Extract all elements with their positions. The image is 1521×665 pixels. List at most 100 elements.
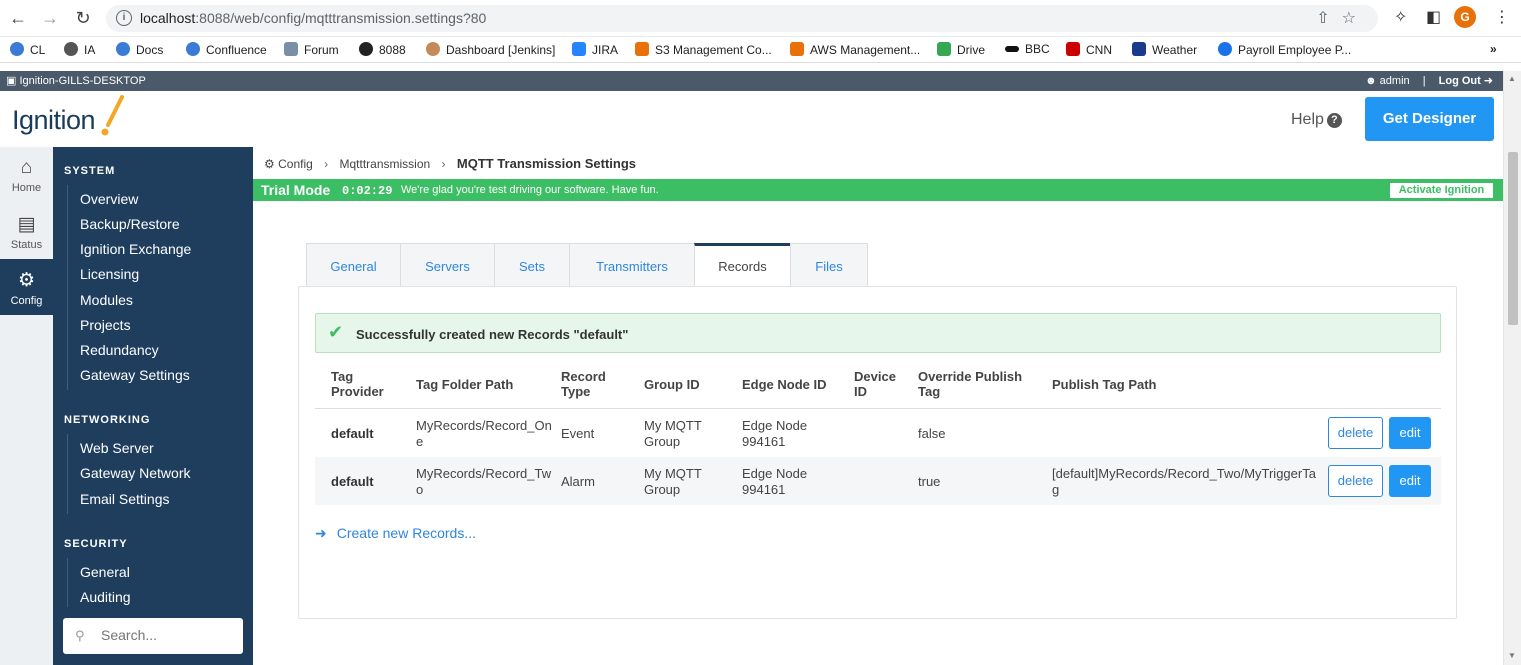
create-new-records-link[interactable]: ➜ Create new Records...	[315, 525, 476, 542]
scroll-thumb[interactable]	[1508, 152, 1518, 325]
bookmark-payroll[interactable]: Payroll Employee P...	[1218, 42, 1351, 57]
success-message: Successfully created new Records "defaul…	[356, 327, 629, 342]
bookmark-label: JIRA	[592, 43, 619, 57]
tab-servers[interactable]: Servers	[400, 243, 495, 287]
weather-icon	[1132, 42, 1146, 56]
bookmark-label: Weather	[1152, 43, 1198, 57]
gateway-icon: ▣	[6, 75, 20, 87]
nav-item-overview[interactable]: Overview	[80, 191, 138, 207]
edit-button[interactable]: edit	[1389, 465, 1431, 497]
app-header: Ignition Help? Get Designer	[0, 91, 1503, 147]
user-area: ☻ admin | Log Out ➜	[1365, 74, 1493, 87]
star-icon[interactable]: ☆	[1342, 10, 1368, 27]
nav-item-modules[interactable]: Modules	[80, 292, 133, 308]
bookmark-s3[interactable]: S3 Management Co...	[635, 42, 772, 57]
kebab-menu-icon[interactable]: ⋮	[1494, 7, 1510, 27]
bookmark-icon	[10, 42, 24, 56]
reload-icon[interactable]: ↻	[73, 8, 93, 28]
nav-item-licensing[interactable]: Licensing	[80, 266, 139, 282]
delete-button[interactable]: delete	[1328, 465, 1383, 497]
bookmark-ia[interactable]: IA	[64, 42, 95, 57]
url-host: localhost	[140, 10, 196, 26]
rail-item-config[interactable]: ⚙ Config	[0, 259, 53, 315]
section-title-security: SECURITY	[64, 538, 128, 550]
help-link[interactable]: Help?	[1291, 111, 1342, 129]
bookmark-drive[interactable]: Drive	[937, 42, 985, 57]
nav-item-gateway-settings[interactable]: Gateway Settings	[80, 367, 190, 383]
breadcrumb-config[interactable]: Config	[278, 157, 313, 171]
activate-ignition-button[interactable]: Activate Ignition	[1390, 183, 1493, 198]
browser-toolbar: ← → ↻ i localhost:8088/web/config/mqtttr…	[0, 0, 1521, 37]
bookmark-cnn[interactable]: CNN	[1066, 42, 1112, 57]
column-header: Tag Folder Path	[416, 377, 514, 392]
checkmark-icon: ✔	[328, 322, 344, 342]
bookmark-weather[interactable]: Weather	[1132, 42, 1197, 57]
tab-transmitters[interactable]: Transmitters	[569, 243, 695, 287]
share-icon[interactable]: ⇧	[1316, 10, 1341, 27]
forward-arrow-icon[interactable]: →	[40, 8, 60, 28]
bookmark-forum[interactable]: Forum	[284, 42, 339, 57]
bookmark-jira[interactable]: JIRA	[572, 42, 618, 57]
scroll-up-icon[interactable]: ▲	[1508, 74, 1516, 83]
bookmark-8088[interactable]: 8088	[359, 42, 406, 57]
search-input[interactable]	[101, 627, 231, 643]
logout-icon[interactable]: ➜	[1484, 75, 1493, 87]
delete-button[interactable]: delete	[1328, 417, 1383, 449]
info-icon[interactable]: i	[116, 10, 132, 26]
rail-item-home[interactable]: ⌂ Home	[0, 147, 53, 203]
back-arrow-icon[interactable]: ←	[8, 8, 28, 28]
breadcrumb-mqtttransmission[interactable]: Mqtttransmission	[339, 157, 430, 171]
bookmark-cl[interactable]: CL	[10, 42, 45, 57]
more-bookmarks-icon[interactable]: »	[1490, 42, 1497, 56]
nav-item-backup-restore[interactable]: Backup/Restore	[80, 216, 180, 232]
bbc-icon	[1005, 46, 1019, 52]
column-header: Tag Provider	[331, 369, 384, 399]
column-header: Publish Tag Path	[1052, 377, 1157, 392]
drive-icon	[937, 42, 951, 56]
nav-item-gateway-network[interactable]: Gateway Network	[80, 465, 190, 481]
trial-label: Trial Mode	[261, 182, 331, 198]
bookmark-confluence[interactable]: Confluence	[186, 42, 267, 57]
rail-item-status[interactable]: ▤ Status	[0, 203, 53, 259]
bookmark-docs[interactable]: Docs	[116, 42, 163, 57]
bookmark-aws[interactable]: AWS Management...	[790, 42, 920, 57]
cnn-icon	[1066, 42, 1080, 56]
gateway-name: ▣ Ignition-GILLS-DESKTOP	[6, 74, 146, 87]
user-link[interactable]: admin	[1380, 75, 1410, 87]
ignition-logo[interactable]: Ignition	[12, 105, 96, 136]
address-bar[interactable]: i localhost:8088/web/config/mqtttransmis…	[106, 5, 1378, 32]
nav-item-web-server[interactable]: Web Server	[80, 440, 154, 456]
globe-icon	[359, 42, 373, 56]
url-text[interactable]: localhost:8088/web/config/mqtttransmissi…	[140, 10, 486, 26]
nav-item-ignition-exchange[interactable]: Ignition Exchange	[80, 241, 191, 257]
section-title-networking: NETWORKING	[64, 414, 151, 426]
page-scrollbar[interactable]: ▲ ▼	[1503, 71, 1521, 665]
nav-item-email-settings[interactable]: Email Settings	[80, 491, 169, 507]
arrow-right-icon: ➜	[315, 525, 327, 541]
scroll-down-icon[interactable]: ▼	[1508, 651, 1516, 660]
sidepanel-icon[interactable]: ◧	[1426, 7, 1441, 27]
nav-search-box[interactable]: ⚲	[63, 618, 243, 654]
nav-item-redundancy[interactable]: Redundancy	[80, 342, 159, 358]
nav-item-security-general[interactable]: General	[80, 564, 130, 580]
cell-type: Alarm	[561, 474, 595, 489]
rail-label: Home	[11, 182, 42, 194]
bookmark-label: 8088	[379, 43, 406, 57]
tab-files[interactable]: Files	[790, 243, 868, 287]
forum-icon	[284, 42, 298, 56]
tab-records[interactable]: Records	[694, 243, 791, 288]
bookmark-bbc[interactable]: BBC	[1005, 42, 1050, 56]
bookmark-jenkins[interactable]: Dashboard [Jenkins]	[426, 42, 555, 57]
url-actions: ⇧☆	[1316, 8, 1368, 28]
url-path: :8088/web/config/mqtttransmission.settin…	[195, 10, 487, 26]
tab-sets[interactable]: Sets	[494, 243, 570, 287]
logout-link[interactable]: Log Out	[1439, 75, 1481, 87]
cell-folder: MyRecords/Record_Two	[416, 466, 552, 497]
tab-general[interactable]: General	[306, 243, 401, 287]
puzzle-icon[interactable]: ✧	[1394, 7, 1407, 27]
nav-item-auditing[interactable]: Auditing	[80, 589, 131, 605]
get-designer-button[interactable]: Get Designer	[1365, 97, 1494, 141]
avatar[interactable]: G	[1454, 6, 1476, 28]
edit-button[interactable]: edit	[1389, 417, 1431, 449]
nav-item-projects[interactable]: Projects	[80, 317, 131, 333]
